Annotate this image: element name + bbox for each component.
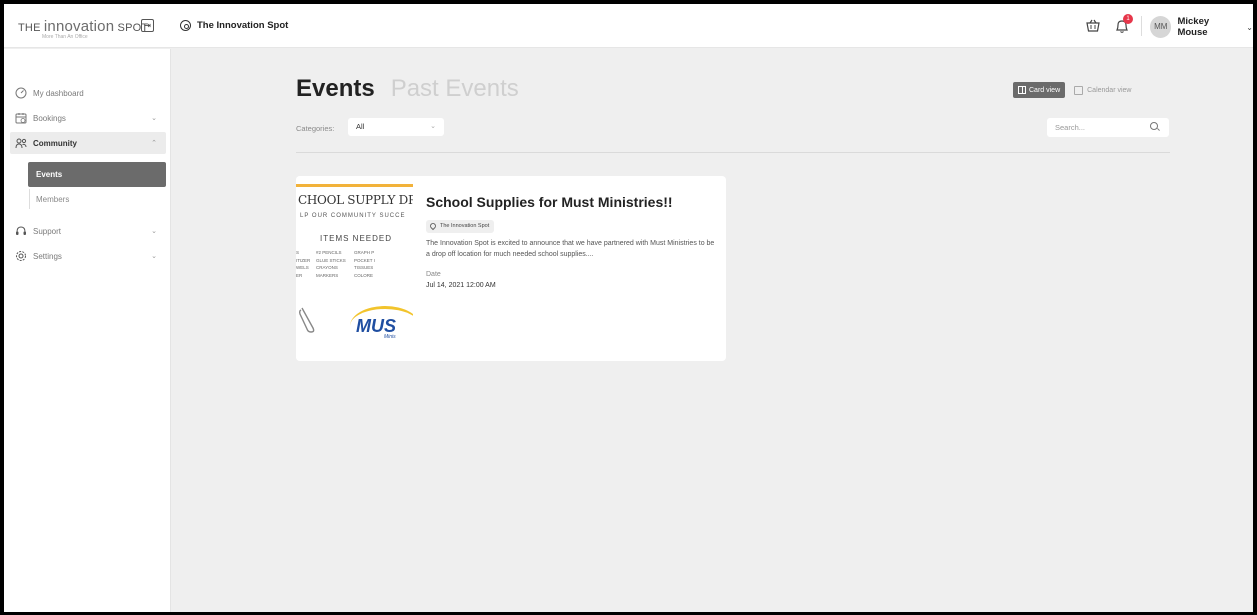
sidebar-item-settings[interactable]: Settings ⌄: [15, 248, 165, 264]
thumbnail-row: ITIZER GLUE STICKS POCKET I: [296, 257, 413, 265]
tab-events[interactable]: Events: [296, 75, 375, 103]
sidebar-item-dashboard[interactable]: My dashboard: [15, 85, 165, 101]
thumbnail-cell: S: [296, 250, 300, 255]
thumbnail-cell: ITIZER: [296, 257, 311, 263]
thumbnail-row: ER MARKERS COLORE: [296, 272, 413, 280]
dashboard-icon: [15, 87, 27, 99]
notification-count-badge: 1: [1123, 14, 1133, 24]
thumbnail-cell: POCKET I: [354, 257, 375, 263]
categories-value: All: [356, 122, 365, 131]
thumbnail-cell: WELS: [296, 265, 309, 270]
thumbnail-items-heading: ITEMS NEEDED: [320, 234, 393, 243]
categories-label: Categories:: [296, 124, 335, 133]
location-tag: The Innovation Spot: [426, 220, 495, 233]
chevron-down-icon: ⌄: [430, 123, 436, 130]
chevron-down-icon: ⌄: [1246, 22, 1253, 32]
sidebar: My dashboard Bookings ⌄ Community ⌃ Even…: [4, 49, 171, 612]
sidebar-subitem-events[interactable]: Events: [28, 162, 166, 187]
categories-select[interactable]: All ⌄: [348, 118, 444, 136]
tab-past-events[interactable]: Past Events: [391, 75, 519, 103]
calendar-view-label: Calendar view: [1087, 86, 1132, 94]
calendar-view-button[interactable]: Calendar view: [1071, 82, 1134, 98]
logo-subtext: Minis: [384, 334, 396, 340]
thumbnail-cell: CRAYONS: [316, 265, 338, 270]
app-frame: THE innovation SPOT More Than An Office …: [4, 4, 1253, 612]
card-view-label: Card view: [1029, 86, 1061, 94]
date-value: Jul 14, 2021 12:00 AM: [426, 282, 496, 289]
sidebar-item-label: My dashboard: [33, 88, 84, 98]
search-icon[interactable]: [1150, 122, 1158, 130]
thumbnail-items-list: S #2 PENCILS GRAPH P ITIZER GLUE STICKS POCK…: [296, 249, 413, 279]
thumbnail-row: WELS CRAYONS TISSUES: [296, 264, 413, 272]
location-target-icon: [180, 20, 191, 31]
event-card[interactable]: CHOOL SUPPLY DRIV LP OUR COMMUNITY SUCCE…: [296, 176, 726, 361]
brand-logo[interactable]: THE innovation SPOT More Than An Office: [18, 18, 148, 44]
user-name: Mickey Mouse: [1177, 16, 1210, 38]
sidebar-item-label: Settings: [33, 251, 62, 261]
paperclip-icon: [298, 307, 315, 333]
avatar: MM: [1150, 16, 1172, 38]
card-view-button[interactable]: Card view: [1013, 82, 1066, 98]
event-title[interactable]: School Supplies for Must Ministries!!: [426, 194, 673, 210]
must-ministries-logo: MUS Minis: [350, 306, 413, 346]
collapse-sidebar-button[interactable]: ⇥: [141, 19, 154, 32]
workspace-selector[interactable]: The Innovation Spot: [180, 20, 288, 31]
gear-icon: [16, 251, 26, 261]
thumbnail-cell: ER: [296, 272, 303, 278]
headset-icon: [16, 226, 26, 235]
sidebar-subitem-members[interactable]: Members: [36, 195, 69, 204]
sidebar-item-community[interactable]: Community ⌃: [15, 135, 165, 151]
grid-icon: [1018, 86, 1026, 94]
thumbnail-cell: MARKERS: [316, 272, 339, 278]
event-description: The Innovation Spot is excited to announ…: [426, 240, 715, 258]
basket-icon[interactable]: [1086, 19, 1100, 32]
sidebar-item-bookings[interactable]: Bookings ⌄: [15, 110, 165, 126]
people-icon: [15, 138, 27, 149]
submenu-guide-line: [29, 189, 30, 209]
thumbnail-cell: COLORE: [354, 272, 374, 278]
chevron-down-icon: ⌄: [151, 115, 157, 122]
logo-name: innovation: [43, 18, 115, 35]
location-name: The Innovation Spot: [440, 223, 490, 229]
chevron-up-icon: ⌃: [151, 140, 157, 147]
thumbnail-accent-bar: [296, 184, 413, 187]
chevron-down-icon: ⌄: [151, 253, 157, 260]
thumbnail-cell: GRAPH P: [354, 250, 375, 255]
calendar-icon: [1074, 85, 1084, 95]
calendar-icon: [15, 113, 27, 124]
date-label: Date: [426, 271, 441, 278]
thumbnail-subtitle: LP OUR COMMUNITY SUCCE: [300, 213, 406, 219]
thumbnail-row: S #2 PENCILS GRAPH P: [296, 249, 413, 257]
map-pin-icon: [428, 221, 438, 231]
sidebar-item-label: Support: [33, 226, 62, 236]
thumbnail-cell: #2 PENCILS: [316, 250, 342, 255]
thumbnail-cell: GLUE STICKS: [316, 257, 346, 263]
sidebar-item-label: Community: [33, 138, 77, 148]
event-thumbnail: CHOOL SUPPLY DRIV LP OUR COMMUNITY SUCCE…: [296, 176, 413, 361]
view-toggle: Card view Calendar view: [1013, 82, 1134, 98]
thumbnail-cell: TISSUES: [354, 265, 374, 270]
top-bar: THE innovation SPOT More Than An Office …: [4, 4, 1253, 48]
events-tabs: Events Past Events: [296, 75, 519, 103]
divider: [296, 152, 1170, 153]
sidebar-subitem-label: Events: [36, 170, 63, 179]
topbar-divider: [1141, 16, 1142, 36]
sidebar-item-label: Bookings: [33, 113, 66, 123]
thumbnail-title: CHOOL SUPPLY DRIV: [298, 193, 413, 207]
user-menu[interactable]: MM Mickey Mouse ⌄: [1150, 16, 1253, 38]
chevron-down-icon: ⌄: [151, 228, 157, 235]
logo-the: THE: [18, 22, 41, 34]
sidebar-item-support[interactable]: Support ⌄: [15, 223, 165, 239]
workspace-name: The Innovation Spot: [197, 20, 289, 31]
